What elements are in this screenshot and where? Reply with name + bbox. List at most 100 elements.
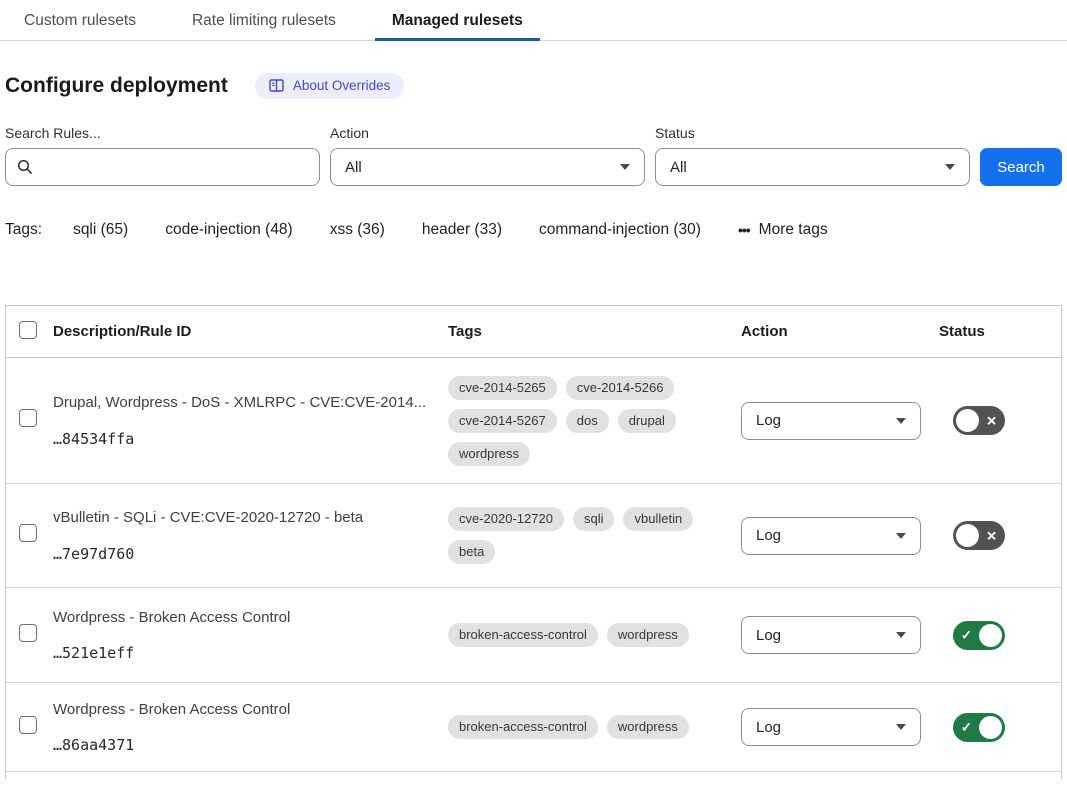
row-action-value: Log (756, 527, 781, 544)
tag-filter[interactable]: code-injection (48) (165, 221, 293, 239)
row-action-cell: Log (741, 402, 939, 440)
row-description-cell: Wordpress - Broken Access Control …521e1… (53, 608, 448, 663)
table-row: Wordpress - Broken Access Control …86aa4… (6, 683, 1061, 772)
tab-rate-limiting-rulesets[interactable]: Rate limiting rulesets (175, 2, 353, 41)
tab-managed-rulesets[interactable]: Managed rulesets (375, 2, 540, 41)
tag-filter[interactable]: xss (36) (330, 221, 385, 239)
chevron-down-icon (896, 418, 906, 424)
select-all-checkbox[interactable] (19, 321, 37, 339)
column-header-tags: Tags (448, 323, 741, 340)
rule-tag-pill: sqli (573, 507, 615, 531)
managed-rulesets-page: Configure deployment About Overrides Sea… (0, 73, 1067, 780)
action-filter-value: All (345, 159, 362, 176)
heading-row: Configure deployment About Overrides (5, 73, 1062, 99)
row-checkbox[interactable] (19, 716, 37, 734)
row-action-value: Log (756, 412, 781, 429)
row-checkbox[interactable] (19, 624, 37, 642)
search-button[interactable]: Search (980, 148, 1062, 186)
row-checkbox-cell (6, 624, 53, 647)
rule-tag-pill: cve-2020-12720 (448, 507, 564, 531)
rule-tag-pill: wordpress (607, 623, 689, 647)
row-checkbox-cell (6, 409, 53, 432)
chevron-down-icon (896, 724, 906, 730)
rule-tag-pill: beta (448, 540, 495, 564)
action-filter-select[interactable]: All (330, 148, 645, 186)
rule-description: vBulletin - SQLi - CVE:CVE-2020-12720 - … (53, 508, 428, 528)
row-action-cell: Log (741, 708, 939, 746)
tag-filter[interactable]: sqli (65) (73, 221, 128, 239)
rule-tag-list: broken-access-controlwordpress (448, 715, 698, 739)
table-body: Drupal, Wordpress - DoS - XMLRPC - CVE:C… (6, 358, 1061, 772)
status-filter-value: All (670, 159, 687, 176)
row-action-select[interactable]: Log (741, 708, 921, 746)
status-toggle[interactable]: ✓ (953, 713, 1005, 742)
chevron-down-icon (896, 533, 906, 539)
status-toggle[interactable]: ✕ (953, 521, 1005, 550)
row-description-cell: vBulletin - SQLi - CVE:CVE-2020-12720 - … (53, 508, 448, 563)
rule-id: …84534ffa (53, 430, 428, 448)
more-tags-button[interactable]: ••• More tags (738, 221, 828, 239)
row-action-select[interactable]: Log (741, 402, 921, 440)
rule-id: …521e1eff (53, 644, 428, 662)
row-action-value: Log (756, 719, 781, 736)
rule-tag-pill: cve-2014-5265 (448, 376, 557, 400)
more-tags-label: More tags (759, 221, 828, 239)
rule-tag-pill: cve-2014-5266 (566, 376, 675, 400)
rule-tag-pill: dos (566, 409, 609, 433)
rule-id: …86aa4371 (53, 736, 428, 754)
tag-filter[interactable]: command-injection (30) (539, 221, 701, 239)
row-tags-cell: broken-access-controlwordpress (448, 715, 741, 739)
rule-tag-pill: broken-access-control (448, 623, 598, 647)
ellipsis-icon: ••• (738, 222, 750, 238)
toggle-knob (979, 624, 1002, 647)
book-panel-icon (269, 79, 284, 92)
row-action-cell: Log (741, 517, 939, 555)
row-action-value: Log (756, 627, 781, 644)
rule-description: Drupal, Wordpress - DoS - XMLRPC - CVE:C… (53, 393, 428, 413)
search-field: Search Rules... (5, 125, 320, 186)
search-input-box[interactable] (5, 148, 320, 186)
row-tags-cell: broken-access-control wordpress (448, 623, 741, 647)
row-status-cell: ✕ (939, 406, 1061, 435)
action-filter-label: Action (330, 125, 645, 141)
tag-filter[interactable]: header (33) (422, 221, 502, 239)
rule-description: Wordpress - Broken Access Control (53, 608, 428, 628)
toggle-state-icon: ✓ (961, 721, 972, 734)
rule-description: Wordpress - Broken Access Control (53, 700, 428, 720)
chevron-down-icon (620, 164, 630, 170)
row-action-cell: Log (741, 616, 939, 654)
rule-tag-list: cve-2014-5265 cve-2014-5266 cve-2014-5267 d… (448, 376, 698, 466)
toggle-state-icon: ✓ (961, 629, 972, 642)
rule-tag-pill: vbulletin (623, 507, 693, 531)
toggle-state-icon: ✕ (986, 414, 997, 427)
row-status-cell: ✓ (939, 713, 1061, 742)
rule-tag-list: cve-2020-12720 sqli vbulletin beta (448, 507, 698, 564)
tab-custom-rulesets[interactable]: Custom rulesets (7, 2, 153, 41)
row-status-cell: ✓ (939, 621, 1061, 650)
table-row: Wordpress - Broken Access Control …521e1… (6, 588, 1061, 683)
next-row-sliver (6, 772, 1061, 780)
status-toggle[interactable]: ✕ (953, 406, 1005, 435)
row-checkbox-cell (6, 716, 53, 739)
row-checkbox[interactable] (19, 409, 37, 427)
rule-tag-pill: drupal (618, 409, 676, 433)
tags-bar: Tags: sqli (65) code-injection (48) xss (3… (5, 221, 1062, 239)
table-row: Drupal, Wordpress - DoS - XMLRPC - CVE:C… (6, 358, 1061, 484)
about-overrides-badge[interactable]: About Overrides (255, 73, 405, 99)
column-header-action: Action (741, 323, 939, 340)
row-action-select[interactable]: Log (741, 517, 921, 555)
tags-bar-label: Tags: (5, 221, 42, 239)
column-header-description: Description/Rule ID (53, 323, 448, 340)
tag-filter-list: sqli (65) code-injection (48) xss (36) head… (73, 221, 738, 239)
search-input[interactable] (41, 158, 308, 177)
rule-tag-pill: cve-2014-5267 (448, 409, 557, 433)
status-filter-select[interactable]: All (655, 148, 970, 186)
rule-id: …7e97d760 (53, 545, 428, 563)
status-toggle[interactable]: ✓ (953, 621, 1005, 650)
ruleset-tab-bar: Custom rulesets Rate limiting rulesets Man… (0, 0, 1067, 41)
row-checkbox[interactable] (19, 524, 37, 542)
row-action-select[interactable]: Log (741, 616, 921, 654)
chevron-down-icon (945, 164, 955, 170)
toggle-knob (956, 409, 979, 432)
row-description-cell: Wordpress - Broken Access Control …86aa4… (53, 700, 448, 755)
